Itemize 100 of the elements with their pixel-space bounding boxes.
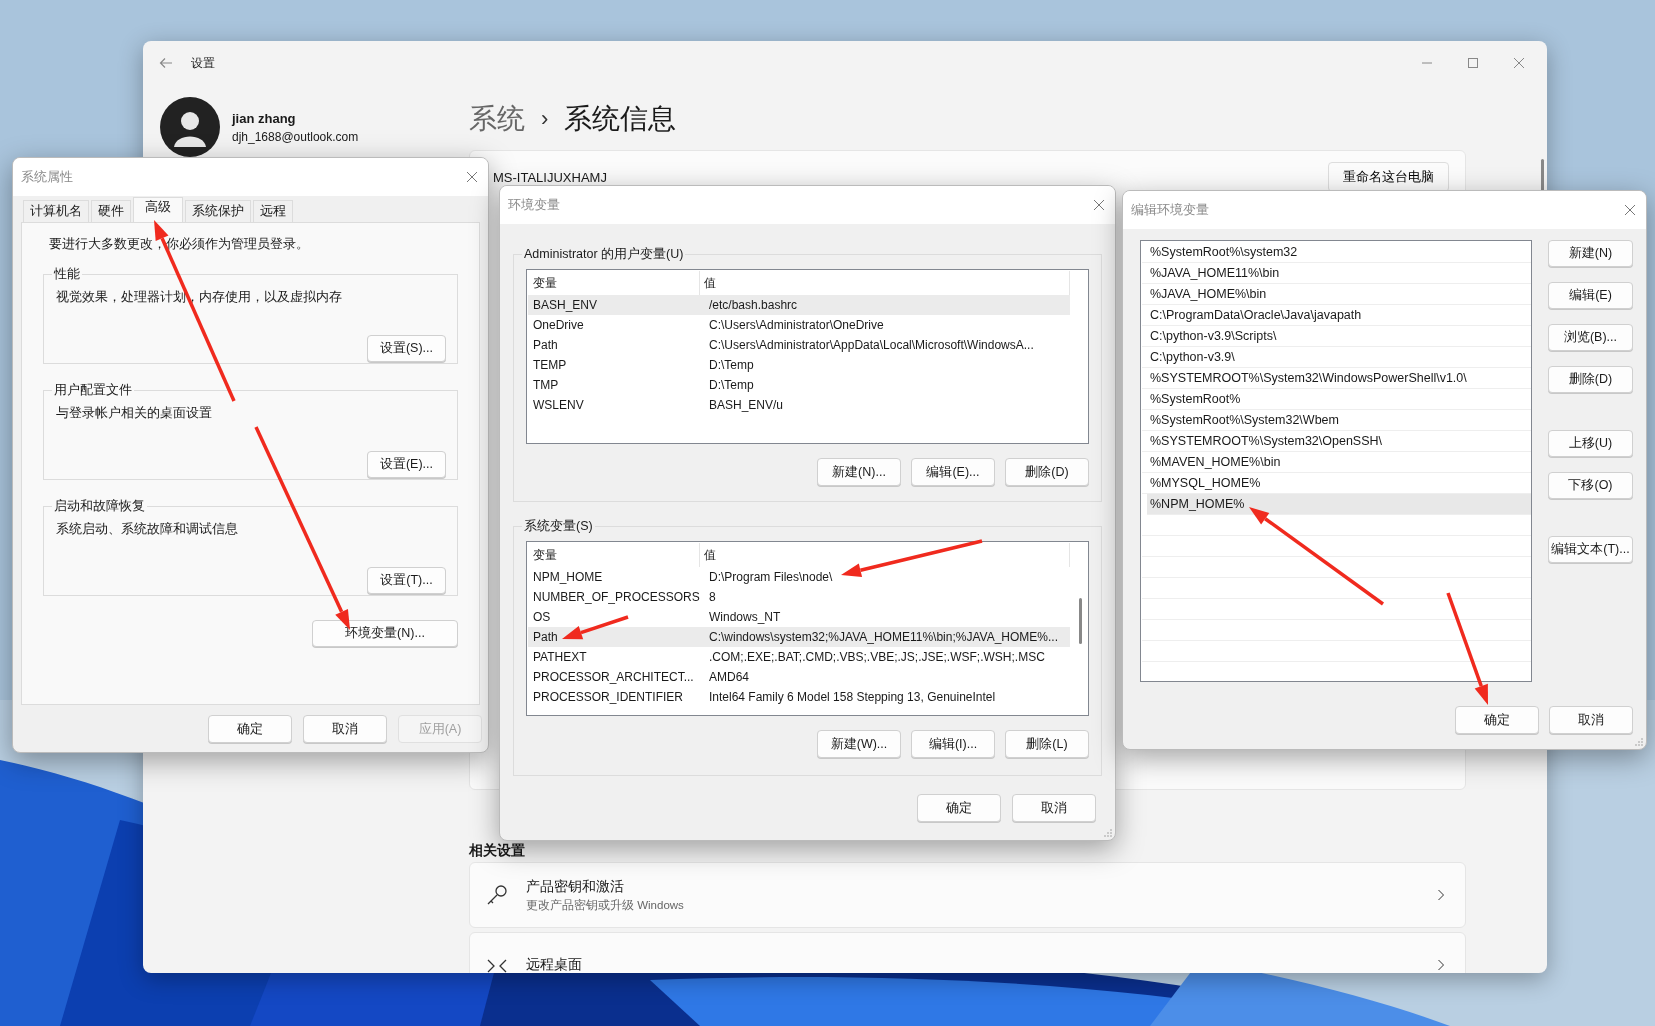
dialog-button[interactable]: 新建(N)...	[817, 458, 901, 486]
back-icon	[159, 57, 173, 69]
maximize-icon	[1467, 57, 1479, 69]
section-heading: 相关设置	[469, 843, 526, 858]
list-item[interactable]: %MAVEN_HOME%\bin	[1142, 452, 1531, 473]
dialog-button[interactable]: 下移(O)	[1548, 472, 1633, 499]
list-item[interactable]: C:\python-v3.9\	[1142, 347, 1531, 368]
column-header[interactable]: 变量	[528, 543, 700, 567]
group-description: 视觉效果，处理器计划，内存使用，以及虚拟内存	[56, 289, 343, 306]
group-description: 系统启动、系统故障和调试信息	[56, 521, 239, 538]
close-icon	[1093, 199, 1105, 211]
dialog-button[interactable]: 取消	[1012, 794, 1096, 822]
list-row[interactable]: WSLENV BASH_ENV/u	[528, 395, 1070, 415]
breadcrumb-link[interactable]: 系统	[469, 100, 525, 138]
list-row[interactable]: OneDrive C:\Users\Administrator\OneDrive	[528, 315, 1070, 335]
scrollbar-thumb[interactable]	[1079, 598, 1082, 644]
page-title: 系统信息	[564, 102, 677, 136]
device-name: MS-ITALIJUXHAMJ	[493, 170, 607, 185]
list-row[interactable]: Path C:\Users\Administrator\AppData\Local\Microsoft\WindowsA...	[528, 335, 1070, 355]
close-icon	[1513, 57, 1525, 69]
tab[interactable]: 计算机名	[23, 200, 89, 222]
variable-name: PROCESSOR_IDENTIFIER	[532, 690, 685, 704]
dialog-button[interactable]: 编辑(E)	[1548, 282, 1633, 309]
list-row[interactable]: PATHEXT .COM;.EXE;.BAT;.CMD;.VBS;.VBE;.JS;.JSE;.WSF;.WSH;.MSC	[528, 647, 1070, 667]
list-row[interactable]: TEMP D:\Temp	[528, 355, 1070, 375]
notice-text: 要进行大多数更改，你必须作为管理员登录。	[48, 236, 310, 253]
dialog-button[interactable]: 取消	[1549, 706, 1633, 734]
variable-name: Path	[532, 338, 559, 352]
variable-value: /etc/bash.bashrc	[708, 298, 799, 312]
dialog-button[interactable]: 上移(U)	[1548, 430, 1633, 457]
group-description: 与登录帐户相关的桌面设置	[56, 405, 213, 422]
variable-value: Windows_NT	[708, 610, 782, 624]
card-title: 远程桌面	[526, 956, 582, 973]
list-row[interactable]: NUMBER_OF_PROCESSORS 8	[528, 587, 1070, 607]
list-item[interactable]: C:\python-v3.9\Scripts\	[1142, 326, 1531, 347]
resize-grip-icon	[1104, 829, 1112, 837]
settings-card[interactable]: 远程桌面	[469, 932, 1466, 973]
dialog-button[interactable]: 设置(T)...	[367, 567, 446, 594]
dialog-button[interactable]: 编辑(E)...	[911, 458, 995, 486]
variable-name: NPM_HOME	[532, 570, 604, 584]
dialog-button[interactable]: 确定	[208, 715, 292, 743]
variable-name: PROCESSOR_ARCHITECT...	[532, 670, 695, 684]
list-row[interactable]: Path C:\windows\system32;%JAVA_HOME11%\bin;%JAVA_HOME%...	[528, 627, 1070, 647]
dialog-button[interactable]: 删除(D)	[1548, 366, 1633, 393]
variable-value: D:\Program Files\node\	[708, 570, 834, 584]
list-row[interactable]: OS Windows_NT	[528, 607, 1070, 627]
dialog-button[interactable]: 删除(L)	[1005, 730, 1089, 758]
dialog-button[interactable]: 编辑文本(T)...	[1548, 536, 1633, 563]
list-item[interactable]: %JAVA_HOME11%\bin	[1142, 263, 1531, 284]
variable-value: C:\Users\Administrator\AppData\Local\Microsoft\WindowsA...	[708, 338, 1035, 352]
group-title: 性能	[53, 266, 81, 283]
tab[interactable]: 远程	[253, 200, 293, 222]
card-title: 产品密钥和激活	[526, 877, 625, 896]
settings-card[interactable]: 产品密钥和激活 更改产品密钥或升级 Windows	[469, 862, 1466, 928]
list-row[interactable]: TMP D:\Temp	[528, 375, 1070, 395]
list-item[interactable]: %NPM_HOME%	[1147, 494, 1531, 515]
list-row[interactable]: PROCESSOR_IDENTIFIER Intel64 Family 6 Model 158 Stepping 13, GenuineIntel	[528, 687, 1070, 707]
user-email: djh_1688@outlook.com	[232, 129, 359, 144]
list-row[interactable]: NPM_HOME D:\Program Files\node\	[528, 567, 1070, 587]
dialog-button[interactable]: 新建(N)	[1548, 240, 1633, 267]
list-item[interactable]: %SYSTEMROOT%\System32\OpenSSH\	[1142, 431, 1531, 452]
variable-value: Intel64 Family 6 Model 158 Stepping 13, GenuineIntel	[708, 690, 997, 704]
group-title: Administrator 的用户变量(U)	[523, 246, 685, 263]
dialog-button[interactable]: 新建(W)...	[817, 730, 901, 758]
list-item[interactable]: %SystemRoot%\system32	[1142, 242, 1531, 263]
dialog-button[interactable]: 编辑(I)...	[911, 730, 995, 758]
rename-button[interactable]: 重命名这台电脑	[1328, 162, 1449, 192]
list-item[interactable]: %SYSTEMROOT%\System32\WindowsPowerShell\v1.0\	[1142, 368, 1531, 389]
group-title: 启动和故障恢复	[53, 498, 146, 515]
dialog-button[interactable]: 环境变量(N)...	[312, 620, 458, 647]
variable-value: .COM;.EXE;.BAT;.CMD;.VBS;.VBE;.JS;.JSE;.WSF;.WSH;.MSC	[708, 650, 1046, 664]
breadcrumb-separator: ›	[541, 106, 549, 132]
close-icon	[1624, 204, 1636, 216]
variable-name: PATHEXT	[532, 650, 588, 664]
list-item[interactable]: %SystemRoot%	[1142, 389, 1531, 410]
window-title: 系统属性	[21, 168, 73, 186]
dialog-button[interactable]: 确定	[1455, 706, 1539, 734]
dialog-button[interactable]: 浏览(B)...	[1548, 324, 1633, 351]
dialog-button[interactable]: 设置(S)...	[367, 335, 446, 362]
dialog-button[interactable]: 取消	[303, 715, 387, 743]
list-item[interactable]: %JAVA_HOME%\bin	[1142, 284, 1531, 305]
variable-value: D:\Temp	[708, 378, 755, 392]
variable-value: AMD64	[708, 670, 750, 684]
dialog-button[interactable]: 设置(E)...	[367, 451, 446, 478]
list-item[interactable]: C:\ProgramData\Oracle\Java\javapath	[1142, 305, 1531, 326]
variable-name: NUMBER_OF_PROCESSORS	[532, 590, 701, 604]
tab[interactable]: 高级	[133, 197, 183, 222]
variable-name: OS	[532, 610, 552, 624]
list-row[interactable]: BASH_ENV /etc/bash.bashrc	[528, 295, 1070, 315]
variable-value: C:\windows\system32;%JAVA_HOME11%\bin;%JAVA_HOME%...	[708, 630, 1059, 644]
variable-value: BASH_ENV/u	[708, 398, 785, 412]
list-row[interactable]: PROCESSOR_ARCHITECT... AMD64	[528, 667, 1070, 687]
close-icon	[466, 171, 478, 183]
dialog-button[interactable]: 确定	[917, 794, 1001, 822]
window-title: 设置	[191, 54, 215, 72]
dialog-button[interactable]: 删除(D)	[1005, 458, 1089, 486]
tab[interactable]: 硬件	[91, 200, 131, 222]
list-item[interactable]: %SystemRoot%\System32\Wbem	[1142, 410, 1531, 431]
tab[interactable]: 系统保护	[185, 200, 251, 222]
group-title: 用户配置文件	[53, 382, 133, 399]
